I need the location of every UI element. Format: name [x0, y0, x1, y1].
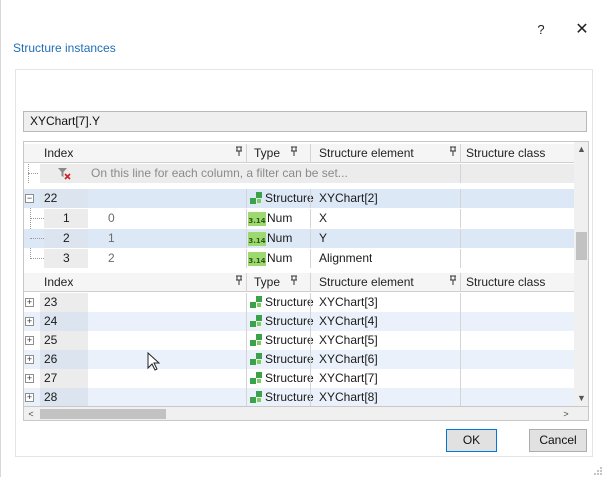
row-type: Structure [265, 390, 314, 404]
column-header-index[interactable]: Index [44, 144, 73, 163]
child-index: 3 [44, 249, 88, 268]
column-header-element[interactable]: Structure element [319, 273, 414, 292]
row-index: 26 [40, 350, 88, 369]
expand-toggle[interactable]: + [25, 336, 34, 345]
child-value[interactable]: 0 [108, 209, 115, 228]
row-type: Structure [265, 191, 314, 205]
row-element: XYChart[3] [319, 295, 378, 309]
row-type: Structure [265, 314, 314, 328]
child-value[interactable]: 1 [108, 229, 115, 248]
ok-button[interactable]: OK [446, 429, 497, 452]
expand-toggle[interactable]: + [25, 298, 34, 307]
child-row[interactable]: 1 0 3.14 Num X [24, 209, 574, 228]
pin-icon[interactable] [449, 144, 457, 163]
instances-grid[interactable]: Index Type Structure element Structure c… [23, 141, 589, 407]
filter-hint-cell[interactable]: On this line for each column, a filter c… [88, 164, 460, 183]
pin-icon[interactable] [235, 273, 243, 292]
column-header-row: Index Type Structure element Structure c… [24, 273, 574, 292]
child-element: Y [319, 231, 328, 245]
pin-icon[interactable] [235, 144, 243, 163]
column-header-class[interactable]: Structure class [466, 144, 545, 163]
row-type: Structure [265, 333, 314, 347]
child-element: Alignment [319, 251, 373, 265]
structure-icon [249, 295, 263, 309]
column-header-type[interactable]: Type [254, 144, 280, 163]
expand-toggle[interactable]: + [25, 317, 34, 326]
table-row[interactable]: + 26 Structure XYChart[6] [24, 350, 574, 369]
resize-grip-icon[interactable] [593, 465, 603, 475]
mouse-cursor-icon [147, 351, 161, 372]
row-index: 24 [40, 312, 88, 331]
child-element: X [319, 211, 328, 225]
horizontal-scroll-thumb[interactable] [40, 409, 166, 419]
row-element: XYChart[5] [319, 333, 378, 347]
column-header-index[interactable]: Index [44, 273, 73, 292]
table-row[interactable]: + 25 Structure XYChart[5] [24, 331, 574, 350]
expand-toggle[interactable]: + [25, 393, 34, 402]
table-row[interactable]: − 22 Structure XYChart[2] [24, 189, 574, 208]
numeric-type-icon: 3.14 [248, 212, 266, 226]
structure-icon [249, 371, 263, 385]
instance-path-field[interactable]: XYChart[7].Y [23, 111, 587, 132]
row-type: Structure [265, 295, 314, 309]
pin-icon[interactable] [449, 273, 457, 292]
table-row[interactable]: + 27 Structure XYChart[7] [24, 369, 574, 388]
cancel-button[interactable]: Cancel [529, 429, 587, 452]
child-value[interactable]: 2 [108, 249, 115, 268]
pin-icon[interactable] [290, 273, 298, 292]
child-row[interactable]: 3 2 3.14 Num Alignment [24, 249, 574, 268]
table-row[interactable]: + 23 Structure XYChart[3] [24, 293, 574, 312]
structure-icon [249, 352, 263, 366]
horizontal-scrollbar[interactable]: < > [23, 407, 589, 421]
row-index: 23 [40, 293, 88, 312]
vertical-scroll-thumb[interactable] [576, 232, 587, 260]
row-index: 28 [40, 388, 88, 406]
scroll-down-arrow[interactable]: ▼ [574, 391, 588, 406]
help-button[interactable]: ? [531, 20, 551, 40]
section-title: Structure instances [13, 41, 116, 55]
child-index: 2 [44, 229, 88, 248]
scroll-right-arrow[interactable]: > [559, 407, 573, 421]
expand-toggle[interactable]: + [25, 355, 34, 364]
child-index: 1 [44, 209, 88, 228]
column-header-row: Index Type Structure element Structure c… [24, 144, 574, 163]
table-row[interactable]: + 24 Structure XYChart[4] [24, 312, 574, 331]
row-index: 25 [40, 331, 88, 350]
row-element: XYChart[7] [319, 371, 378, 385]
numeric-type-icon: 3.14 [248, 252, 266, 266]
structure-icon [249, 191, 263, 205]
collapse-toggle[interactable]: − [25, 194, 34, 203]
pin-icon[interactable] [290, 144, 298, 163]
column-header-element[interactable]: Structure element [319, 144, 414, 163]
structure-icon [249, 390, 263, 404]
child-row[interactable]: 2 1 3.14 Num Y [24, 229, 574, 248]
row-element: XYChart[2] [319, 191, 378, 205]
child-type: Num [267, 211, 293, 225]
row-type: Structure [265, 371, 314, 385]
expand-toggle[interactable]: + [25, 374, 34, 383]
row-element: XYChart[6] [319, 352, 378, 366]
row-type: Structure [265, 352, 314, 366]
filter-clear-icon[interactable] [57, 166, 71, 180]
structure-icon [249, 333, 263, 347]
vertical-scrollbar[interactable]: ▲ ▼ [574, 142, 588, 406]
table-row[interactable]: + 28 Structure XYChart[8] [24, 388, 574, 406]
scroll-up-arrow[interactable]: ▲ [574, 142, 588, 157]
column-header-class[interactable]: Structure class [466, 273, 545, 292]
child-type: Num [267, 231, 293, 245]
row-element: XYChart[8] [319, 390, 378, 404]
structure-icon [249, 314, 263, 328]
structure-instances-dialog: ? ✕ Structure instances XYChart[7].Y Ind… [0, 0, 605, 477]
row-index: 22 [40, 189, 88, 208]
child-type: Num [267, 251, 293, 265]
numeric-type-icon: 3.14 [248, 232, 266, 246]
row-element: XYChart[4] [319, 314, 378, 328]
row-index: 27 [40, 369, 88, 388]
scroll-left-arrow[interactable]: < [24, 407, 38, 421]
filter-row[interactable]: On this line for each column, a filter c… [24, 164, 574, 183]
column-header-type[interactable]: Type [254, 273, 280, 292]
close-button[interactable]: ✕ [571, 19, 593, 41]
